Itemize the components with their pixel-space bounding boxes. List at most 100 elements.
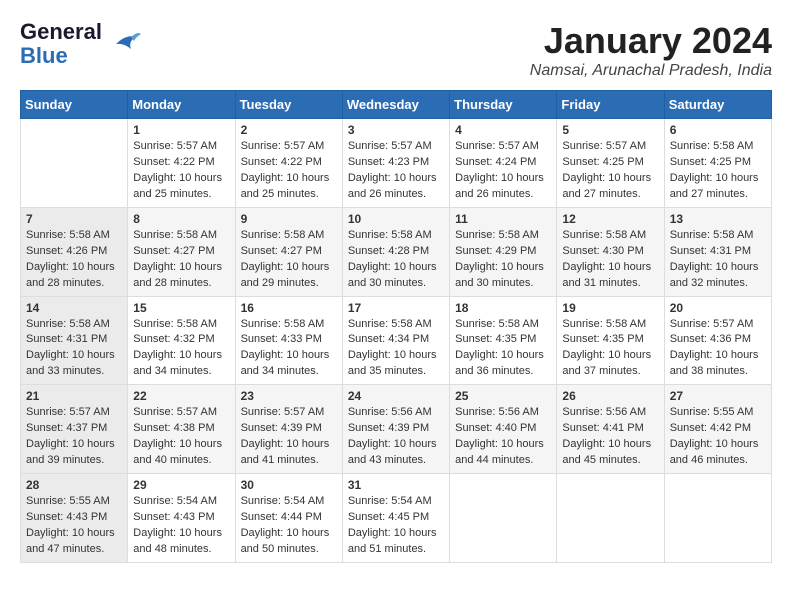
day-number: 9	[241, 212, 337, 226]
day-info-line: Sunset: 4:43 PM	[133, 510, 229, 526]
calendar-cell: 1Sunrise: 5:57 AMSunset: 4:22 PMDaylight…	[128, 119, 235, 208]
day-number: 17	[348, 301, 444, 315]
day-info-line: Sunrise: 5:57 AM	[133, 405, 229, 421]
day-info-line: and 30 minutes.	[348, 276, 444, 292]
day-info-line: Sunrise: 5:57 AM	[26, 405, 122, 421]
day-content: Sunrise: 5:58 AMSunset: 4:30 PMDaylight:…	[562, 228, 658, 292]
day-content: Sunrise: 5:58 AMSunset: 4:26 PMDaylight:…	[26, 228, 122, 292]
day-info-line: and 31 minutes.	[562, 276, 658, 292]
calendar-cell: 15Sunrise: 5:58 AMSunset: 4:32 PMDayligh…	[128, 296, 235, 385]
calendar-table: SundayMondayTuesdayWednesdayThursdayFrid…	[20, 90, 772, 563]
day-info-line: Sunset: 4:38 PM	[133, 421, 229, 437]
day-info-line: Sunset: 4:23 PM	[348, 155, 444, 171]
calendar-cell: 6 Sunrise: 5:58 AMSunset: 4:25 PMDaylight…	[664, 119, 771, 208]
day-content: Sunrise: 5:57 AMSunset: 4:25 PMDaylight:…	[562, 139, 658, 203]
day-info-line: and 43 minutes.	[348, 453, 444, 469]
day-info-line: Sunset: 4:24 PM	[455, 155, 551, 171]
day-content: Sunrise: 5:57 AMSunset: 4:38 PMDaylight:…	[133, 405, 229, 469]
day-info-line: Daylight: 10 hours	[133, 526, 229, 542]
day-info-line: Sunset: 4:41 PM	[562, 421, 658, 437]
calendar-cell: 22Sunrise: 5:57 AMSunset: 4:38 PMDayligh…	[128, 385, 235, 474]
day-number: 25	[455, 389, 551, 403]
day-info-line: and 40 minutes.	[133, 453, 229, 469]
day-content: Sunrise: 5:57 AMSunset: 4:37 PMDaylight:…	[26, 405, 122, 469]
calendar-cell: 31Sunrise: 5:54 AMSunset: 4:45 PMDayligh…	[342, 474, 449, 563]
day-number: 8	[133, 212, 229, 226]
calendar-week-3: 14Sunrise: 5:58 AMSunset: 4:31 PMDayligh…	[21, 296, 772, 385]
day-number: 6	[670, 123, 766, 137]
day-info-line: Daylight: 10 hours	[348, 348, 444, 364]
header-thursday: Thursday	[450, 91, 557, 119]
day-info-line: Sunset: 4:43 PM	[26, 510, 122, 526]
day-content: Sunrise: 5:58 AMSunset: 4:34 PMDaylight:…	[348, 317, 444, 381]
calendar-header-row: SundayMondayTuesdayWednesdayThursdayFrid…	[21, 91, 772, 119]
calendar-cell: 12Sunrise: 5:58 AMSunset: 4:30 PMDayligh…	[557, 207, 664, 296]
day-info-line: Sunrise: 5:58 AM	[562, 228, 658, 244]
day-info-line: Sunrise: 5:58 AM	[133, 228, 229, 244]
calendar-week-2: 7Sunrise: 5:58 AMSunset: 4:26 PMDaylight…	[21, 207, 772, 296]
day-info-line: Daylight: 10 hours	[562, 171, 658, 187]
day-info-line: and 28 minutes.	[26, 276, 122, 292]
day-info-line: Sunrise: 5:58 AM	[26, 228, 122, 244]
day-info-line: and 50 minutes.	[241, 542, 337, 558]
logo-line2: Blue	[20, 44, 102, 68]
day-info-line: Daylight: 10 hours	[241, 260, 337, 276]
day-content: Sunrise: 5:58 AMSunset: 4:29 PMDaylight:…	[455, 228, 551, 292]
calendar-cell: 25Sunrise: 5:56 AMSunset: 4:40 PMDayligh…	[450, 385, 557, 474]
day-number: 16	[241, 301, 337, 315]
day-info-line: Sunset: 4:42 PM	[670, 421, 766, 437]
day-info-line: and 44 minutes.	[455, 453, 551, 469]
day-info-line: and 28 minutes.	[133, 276, 229, 292]
logo-bird-icon	[106, 29, 141, 59]
day-number: 21	[26, 389, 122, 403]
day-info-line: Sunset: 4:40 PM	[455, 421, 551, 437]
day-content: Sunrise: 5:58 AMSunset: 4:25 PMDaylight:…	[670, 139, 766, 203]
day-content: Sunrise: 5:58 AMSunset: 4:27 PMDaylight:…	[241, 228, 337, 292]
calendar-cell: 23Sunrise: 5:57 AMSunset: 4:39 PMDayligh…	[235, 385, 342, 474]
day-info-line: Sunrise: 5:57 AM	[562, 139, 658, 155]
day-info-line: Daylight: 10 hours	[241, 348, 337, 364]
header-saturday: Saturday	[664, 91, 771, 119]
day-info-line: and 25 minutes.	[241, 187, 337, 203]
day-info-line: Daylight: 10 hours	[241, 437, 337, 453]
day-info-line: and 35 minutes.	[348, 364, 444, 380]
day-info-line: Daylight: 10 hours	[348, 437, 444, 453]
day-info-line: Sunset: 4:44 PM	[241, 510, 337, 526]
day-info-line: Sunrise: 5:58 AM	[455, 317, 551, 333]
day-info-line: Daylight: 10 hours	[26, 526, 122, 542]
day-info-line: Daylight: 10 hours	[133, 348, 229, 364]
day-info-line: Sunrise: 5:55 AM	[670, 405, 766, 421]
day-info-line: Daylight: 10 hours	[26, 437, 122, 453]
day-number: 7	[26, 212, 122, 226]
day-info-line: Sunrise: 5:58 AM	[348, 228, 444, 244]
day-info-line: and 27 minutes.	[670, 187, 766, 203]
day-info-line: Daylight: 10 hours	[670, 171, 766, 187]
calendar-cell: 21 Sunrise: 5:57 AMSunset: 4:37 PMDayligh…	[21, 385, 128, 474]
day-info-line: and 39 minutes.	[26, 453, 122, 469]
day-info-line: Daylight: 10 hours	[26, 260, 122, 276]
day-info-line: and 26 minutes.	[348, 187, 444, 203]
header-friday: Friday	[557, 91, 664, 119]
day-info-line: Daylight: 10 hours	[241, 526, 337, 542]
day-info-line: and 47 minutes.	[26, 542, 122, 558]
day-content: Sunrise: 5:57 AMSunset: 4:22 PMDaylight:…	[133, 139, 229, 203]
calendar-cell	[664, 474, 771, 563]
calendar-subtitle: Namsai, Arunachal Pradesh, India	[530, 62, 772, 80]
calendar-cell: 2Sunrise: 5:57 AMSunset: 4:22 PMDaylight…	[235, 119, 342, 208]
calendar-week-4: 21 Sunrise: 5:57 AMSunset: 4:37 PMDayligh…	[21, 385, 772, 474]
day-number: 24	[348, 389, 444, 403]
header-monday: Monday	[128, 91, 235, 119]
day-info-line: Sunset: 4:30 PM	[562, 244, 658, 260]
calendar-cell: 26Sunrise: 5:56 AMSunset: 4:41 PMDayligh…	[557, 385, 664, 474]
day-info-line: Sunset: 4:26 PM	[26, 244, 122, 260]
day-number: 19	[562, 301, 658, 315]
day-info-line: Daylight: 10 hours	[133, 437, 229, 453]
day-content: Sunrise: 5:57 AMSunset: 4:24 PMDaylight:…	[455, 139, 551, 203]
day-number: 2	[241, 123, 337, 137]
calendar-title: January 2024	[530, 20, 772, 62]
day-content: Sunrise: 5:54 AMSunset: 4:45 PMDaylight:…	[348, 494, 444, 558]
day-info-line: and 32 minutes.	[670, 276, 766, 292]
day-info-line: Sunrise: 5:57 AM	[348, 139, 444, 155]
day-number: 15	[133, 301, 229, 315]
calendar-cell: 5Sunrise: 5:57 AMSunset: 4:25 PMDaylight…	[557, 119, 664, 208]
